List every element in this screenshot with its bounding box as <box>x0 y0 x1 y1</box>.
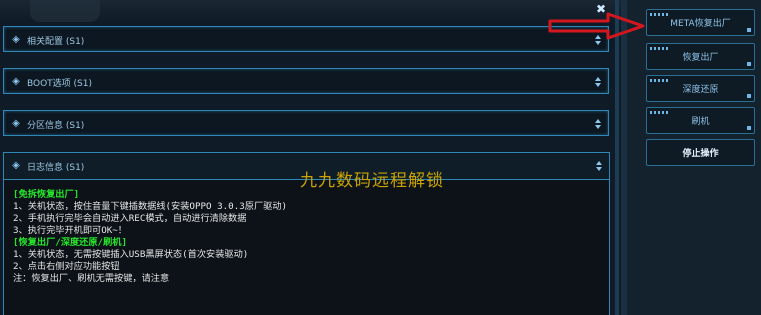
layers-icon: ◈ <box>12 118 20 129</box>
button-label: META恢复出厂 <box>670 19 731 29</box>
deep-restore-button[interactable]: 深度还原 <box>646 75 755 102</box>
panel-title: BOOT选项 (S1) <box>27 78 93 89</box>
log-line: 2、点击右侧对应功能按钮 <box>13 261 120 272</box>
sort-icon[interactable] <box>595 118 601 130</box>
red-arrow-icon <box>548 12 645 40</box>
panel-partition-info[interactable]: ◈ 分区信息 (S1) <box>3 110 609 136</box>
log-line: 1、关机状态，按住音量下键插数据线(安装OPPO 3.0.3原厂驱动) <box>13 201 288 212</box>
log-line: [恢复出厂/深度还原/刷机] <box>13 237 127 248</box>
layers-icon: ◈ <box>12 160 20 171</box>
panel-header[interactable]: ◈ 相关配置 (S1) <box>4 27 608 53</box>
button-label: 深度还原 <box>682 85 719 95</box>
panel-header[interactable]: ◈ BOOT选项 (S1) <box>4 69 608 95</box>
meta-factory-reset-button[interactable]: META恢复出厂 <box>646 9 755 36</box>
panel-related-config[interactable]: ◈ 相关配置 (S1) <box>3 26 609 52</box>
factory-reset-button[interactable]: 恢复出厂 <box>646 43 755 70</box>
log-line: 2、手机执行完毕会自动进入REC模式，自动进行清除数据 <box>13 213 247 224</box>
button-decoration <box>747 28 751 32</box>
layers-icon: ◈ <box>12 76 20 87</box>
button-decoration <box>650 79 670 82</box>
watermark: 九九数码远程解锁 <box>300 171 444 191</box>
panel-title: 日志信息 (S1) <box>27 162 85 173</box>
flash-button[interactable]: 刷机 <box>646 107 755 134</box>
panel-header[interactable]: ◈ 分区信息 (S1) <box>4 111 608 137</box>
button-label: 停止操作 <box>682 149 719 159</box>
button-decoration <box>650 111 670 114</box>
log-line: 注：恢复出厂、刷机无需按键，请注意 <box>13 273 170 284</box>
log-text: [免拆恢复出厂] 1、关机状态，按住音量下键插数据线(安装OPPO 3.0.3原… <box>13 189 601 285</box>
stop-operation-button[interactable]: 停止操作 <box>646 139 755 166</box>
top-bar <box>0 0 627 22</box>
button-decoration <box>747 94 751 98</box>
top-bar-tab <box>30 0 100 22</box>
sort-icon[interactable] <box>595 76 601 88</box>
panel-title: 相关配置 (S1) <box>27 36 85 47</box>
button-decoration <box>650 47 670 50</box>
panel-boot-options[interactable]: ◈ BOOT选项 (S1) <box>3 68 609 94</box>
button-label: 刷机 <box>691 117 710 127</box>
log-line: 3、执行完毕开机即可OK~！ <box>13 225 127 236</box>
sort-icon[interactable] <box>596 160 602 172</box>
panel-title: 分区信息 (S1) <box>27 120 85 131</box>
layers-icon: ◈ <box>12 34 20 45</box>
splitter[interactable] <box>615 0 619 315</box>
button-decoration <box>650 13 670 16</box>
button-decoration <box>747 62 751 66</box>
button-label: 恢复出厂 <box>682 53 719 63</box>
button-decoration <box>747 126 751 130</box>
log-line: 1、关机状态，无需按键插入USB黑屏状态(首次安装驱动) <box>13 249 249 260</box>
